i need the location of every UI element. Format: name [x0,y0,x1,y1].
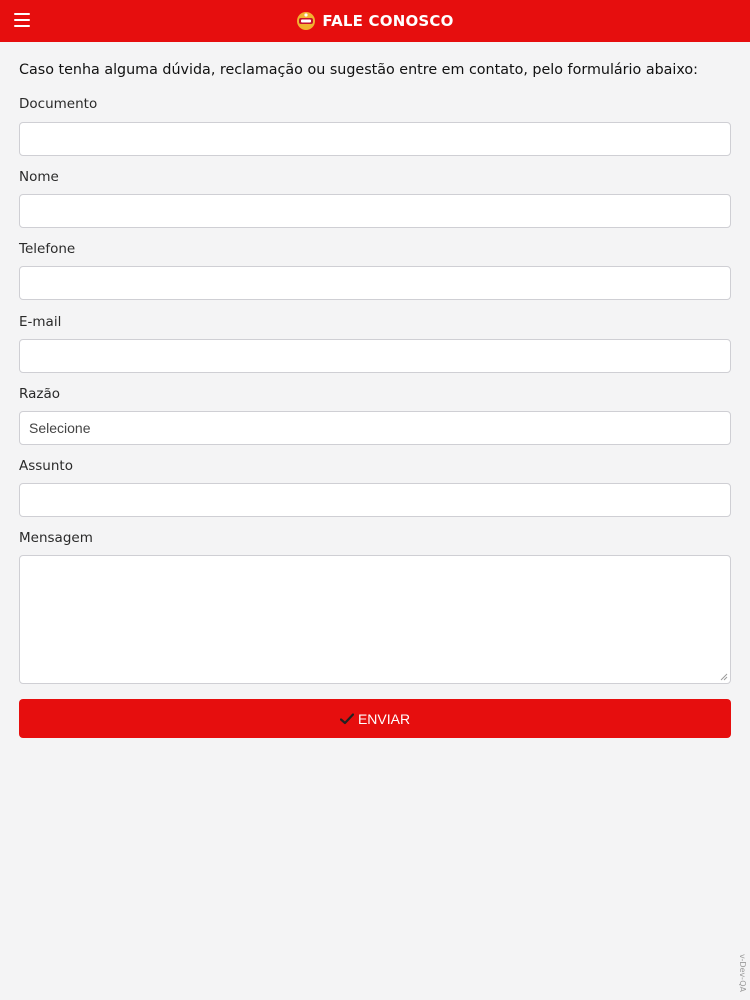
send-button[interactable]: ENVIAR [19,699,731,738]
razao-label: Razão [19,386,60,402]
send-button-label: ENVIAR [357,710,411,727]
mensagem-label: Mensagem [19,530,93,546]
resize-grip-icon[interactable] [720,673,728,681]
check-icon [339,712,354,724]
email-label: E-mail [19,314,62,330]
page-title: FALE CONOSCO [322,12,454,30]
nome-label: Nome [19,169,59,185]
telefone-label: Telefone [19,241,76,257]
header-brand: FALE CONOSCO [0,0,750,42]
contact-form: Caso tenha alguma dúvida, reclamação ou … [19,60,731,738]
brand-logo-icon [297,12,316,30]
assunto-input[interactable] [19,483,731,517]
form-intro-text: Caso tenha alguma dúvida, reclamação ou … [19,62,698,78]
razao-select[interactable]: Selecione [19,411,731,445]
documento-label: Documento [19,96,98,112]
telefone-input[interactable] [19,266,731,300]
top-bar: FALE CONOSCO [0,0,750,42]
assunto-label: Assunto [19,458,73,474]
mensagem-textarea[interactable] [19,555,731,684]
email-input[interactable] [19,339,731,373]
razao-selected-value: Selecione [29,420,91,436]
documento-input[interactable] [19,122,731,156]
version-label: v-Dev-QA [738,954,747,992]
nome-input[interactable] [19,194,731,228]
